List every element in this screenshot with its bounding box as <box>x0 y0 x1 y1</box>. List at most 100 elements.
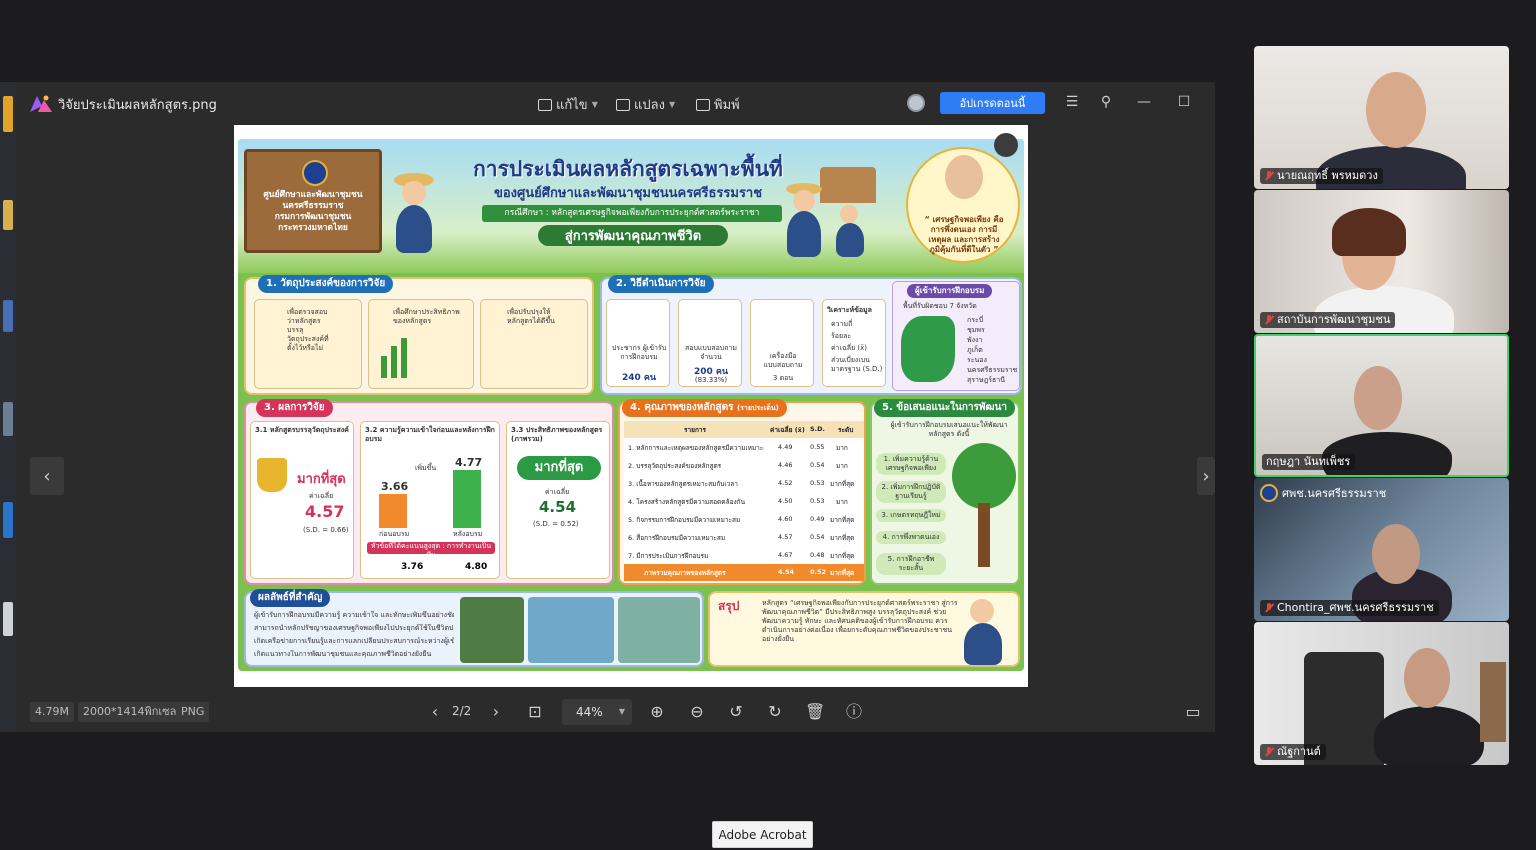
table-cell: 4.46 <box>778 461 793 469</box>
table-cell: 0.52 <box>810 568 827 576</box>
topic-after: 4.80 <box>465 562 488 572</box>
agency-sign: ศูนย์ศึกษาและพัฒนาชุมชน นครศรีธรรมราช กร… <box>244 149 382 253</box>
edit-icon <box>538 98 552 111</box>
objectives-title: 1. วัตถุประสงค์ของการวิจัย <box>258 275 394 293</box>
maximize-icon[interactable]: ☐ <box>1174 94 1194 110</box>
participant-tile-active-speaker[interactable]: กฤษฎา นันทเพ็ชร <box>1254 334 1509 477</box>
goal-banner: สู่การพัฒนาคุณภาพชีวิต <box>538 225 728 246</box>
outcomes-panel: ผลลัพธ์ที่สำคัญ ผู้เข้ารับการฝึกอบรมมีคว… <box>244 589 704 667</box>
pin-icon[interactable]: ⚲ <box>1096 94 1116 110</box>
quality-table: รายการ ค่าเฉลี่ย (x̄) S.D. ระดับ 1. หลัก… <box>624 421 864 581</box>
participant-tile[interactable]: ศพช.นครศรีธรรมราช Chontira_ศพช.นครศรีธรร… <box>1254 478 1509 621</box>
trophy-icon <box>257 458 287 492</box>
participant-video <box>1372 524 1420 584</box>
objective-card: เพื่อปรับปรุงให้หลักสูตรได้ดีขึ้น <box>480 299 588 389</box>
recommendation-item: 4. การพึ่งพาตนเอง <box>876 531 946 544</box>
table-cell: 2. บรรลุวัตถุประสงค์ของหลักสูตร <box>628 462 722 470</box>
mic-off-icon <box>1264 747 1274 757</box>
before-label: ก่อนอบรม <box>379 530 410 538</box>
result-31-mean: 4.57 <box>305 502 345 521</box>
participant-name-label: นายณฤทธิ์ พรหมดวง <box>1260 168 1383 184</box>
rotate-right-icon[interactable]: ↻ <box>765 702 785 722</box>
print-button[interactable]: พิมพ์ <box>696 94 740 115</box>
analysis-item: ส่วนเบี่ยงเบนมาตรฐาน (S.D.) <box>831 356 883 373</box>
table-cell: 0.54 <box>810 533 825 541</box>
desktop-icon <box>3 502 13 538</box>
taskbar-tooltip: Adobe Acrobat <box>712 821 813 848</box>
next-page-icon[interactable]: › <box>486 702 506 722</box>
printer-icon <box>696 98 710 111</box>
methodology-title: 2. วิธีดำเนินการวิจัย <box>608 275 714 293</box>
objective-card: เพื่อตรวจสอบว่าหลักสูตรบรรลุวัตถุประสงค์… <box>254 299 362 389</box>
result-33-level: มากที่สุด <box>517 456 601 480</box>
bar-chart-icon <box>391 346 397 378</box>
farmer-illustration <box>793 190 815 212</box>
next-image-arrow[interactable]: › <box>1197 457 1215 495</box>
table-row: 4. โครงสร้างหลักสูตรมีความสอดคล้องกัน 4.… <box>624 493 864 510</box>
participant-tile[interactable]: สถาบันการพัฒนาชุมชน <box>1254 190 1509 333</box>
zoom-out-icon[interactable]: ⊖ <box>687 702 707 722</box>
table-row: 7. มีการประเมินการฝึกอบรม 4.67 0.48 มากท… <box>624 547 864 564</box>
zoom-select[interactable]: 44% ▼ <box>562 699 632 725</box>
participant-name-label: สถาบันการพัฒนาชุมชน <box>1260 312 1396 328</box>
edit-menu-button[interactable]: แก้ไข ▼ <box>538 94 598 115</box>
zoom-in-icon[interactable]: ⊕ <box>647 702 667 722</box>
table-cell: 4.50 <box>778 497 793 505</box>
table-cell: 4. โครงสร้างหลักสูตรมีความสอดคล้องกัน <box>628 498 746 506</box>
outcomes-title: ผลลัพธ์ที่สำคัญ <box>250 589 331 607</box>
objective-text: เพื่อปรับปรุงให้หลักสูตรได้ดีขึ้น <box>507 308 555 325</box>
upgrade-button[interactable]: อัปเกรดตอนนี้ <box>940 92 1045 114</box>
farmer-illustration <box>402 181 426 205</box>
rotate-left-icon[interactable]: ↺ <box>726 702 746 722</box>
participant-video <box>1366 72 1426 148</box>
table-row: 3. เนื้อหาของหลักสูตรเหมาะสมกับเวลา 4.52… <box>624 475 864 492</box>
table-cell: มาก <box>836 444 848 452</box>
participant-name-label: ณัฐกานต์ <box>1260 744 1326 760</box>
delete-icon[interactable]: 🗑 <box>805 702 825 722</box>
recommendations-panel: 5. ข้อเสนอแนะในการพัฒนา ผู้เข้ารับการฝึก… <box>870 399 1020 585</box>
participant-name: Chontira_ศพช.นครศรีธรรมราช <box>1277 601 1434 614</box>
result-31-title: 3.1 หลักสูตรบรรลุวัตถุประสงค์ <box>255 426 349 434</box>
result-31-mean-label: ค่าเฉลี่ย <box>309 492 334 500</box>
table-row: 6. สื่อการฝึกอบรมมีความเหมาะสม 4.57 0.54… <box>624 529 864 546</box>
participant-tile[interactable]: ณัฐกานต์ <box>1254 622 1509 765</box>
table-cell: 4.67 <box>778 551 793 559</box>
menu-icon[interactable]: ☰ <box>1062 94 1082 110</box>
poster-header: ศูนย์ศึกษาและพัฒนาชุมชน นครศรีธรรมราช กร… <box>238 139 1024 273</box>
participant-name-label: กฤษฎา นันทเพ็ชร <box>1262 454 1356 470</box>
table-cell: 4.54 <box>778 568 795 576</box>
table-cell: มาก <box>836 498 848 506</box>
page-indicator: 2/2 <box>452 704 472 718</box>
quality-panel: 4. คุณภาพของหลักสูตร (รายประเด็น) รายการ… <box>618 399 866 585</box>
table-cell: มากที่สุด <box>830 516 855 524</box>
table-cell: 0.53 <box>810 479 825 487</box>
trainees-subtitle: พื้นที่รับผิดชอบ 7 จังหวัด <box>903 302 977 310</box>
participant-tile[interactable]: นายณฤทธิ์ พรหมดวง <box>1254 46 1509 189</box>
account-avatar[interactable] <box>907 94 925 112</box>
info-icon[interactable]: ⓘ <box>844 702 864 722</box>
recommendation-item: 2. เพิ่มการฝึกปฏิบัติฐานเรียนรู้ <box>876 481 946 503</box>
table-cell: มากที่สุด <box>830 534 855 542</box>
population-card: ประชากร ผู้เข้ารับการฝึกอบรม 240 คน <box>606 299 670 387</box>
table-cell: 1. หลักการและเหตุผลของหลักสูตรมีความเหมา… <box>628 444 764 452</box>
previous-image-arrow[interactable]: ‹ <box>30 457 64 495</box>
province: นครศรีธรรมราช <box>967 366 1018 374</box>
objective-result-card: 3.1 หลักสูตรบรรลุวัตถุประสงค์ มากที่สุด … <box>250 421 354 579</box>
fit-page-icon[interactable]: ⊡ <box>525 702 545 722</box>
analysis-item: ค่าเฉลี่ย (x̄) <box>831 344 867 352</box>
table-cell: 4.60 <box>778 515 793 523</box>
sample-card: สอบแบบสอบถาม จำนวน 200 คน (83.33%) <box>678 299 742 387</box>
trainees-title: ผู้เข้ารับการฝึกอบรม <box>907 284 993 298</box>
previous-page-icon[interactable]: ‹ <box>425 702 445 722</box>
panel-toggle-icon[interactable]: ▭ <box>1183 702 1203 722</box>
recommendation-item: 5. การฝึกอาชีพระยะสั้น <box>876 553 946 575</box>
participant-name: นายณฤทธิ์ พรหมดวง <box>1277 169 1378 182</box>
table-cell: 4.52 <box>778 479 793 487</box>
minimize-icon[interactable]: — <box>1134 94 1154 110</box>
convert-menu-button[interactable]: แปลง ▼ <box>616 94 675 115</box>
acrobat-overlay-icon[interactable] <box>994 133 1018 157</box>
summary-panel: สรุป หลักสูตร “เศรษฐกิจพอเพียงกับการประย… <box>708 591 1020 667</box>
farming-photo-illustration <box>528 597 614 663</box>
file-size: 4.79M <box>30 702 74 722</box>
table-cell: 0.48 <box>810 551 825 559</box>
